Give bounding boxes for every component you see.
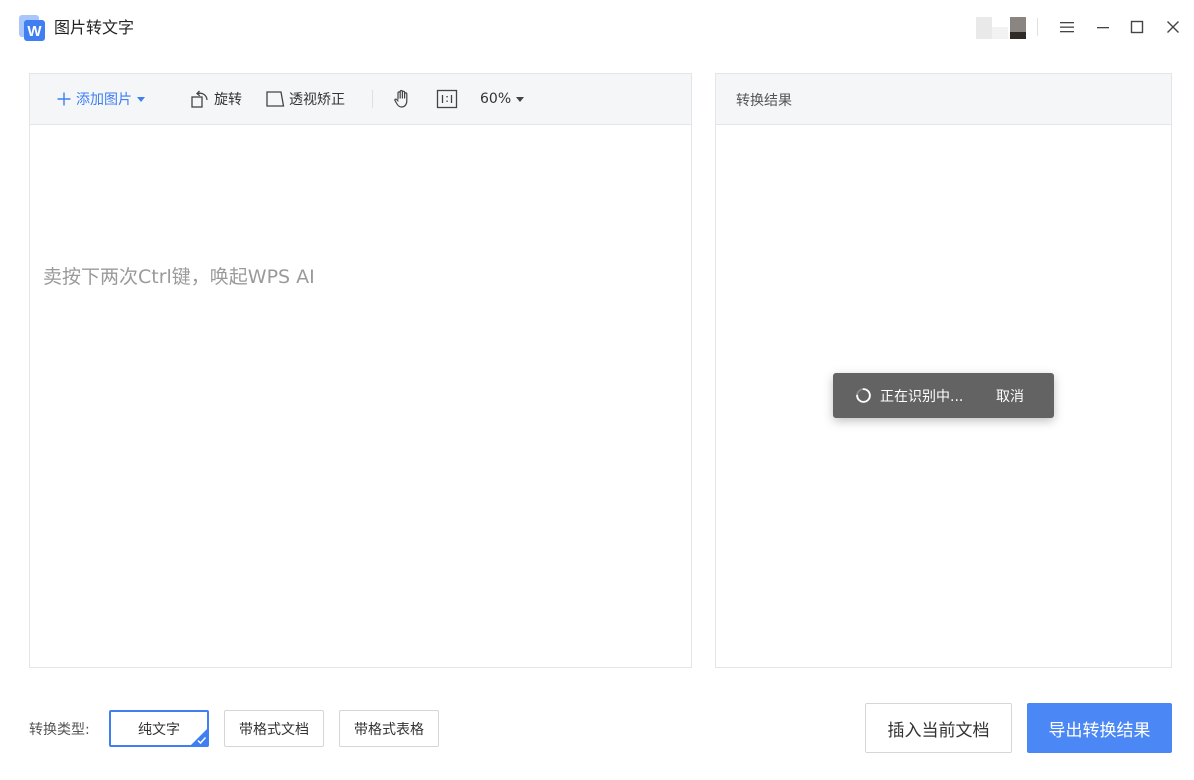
- rotate-icon: [191, 90, 208, 108]
- title-bar: W 图片转文字: [0, 0, 1194, 56]
- app-title: 图片转文字: [54, 18, 135, 37]
- maximize-icon: [1130, 20, 1144, 34]
- perspective-correct-button[interactable]: 透视矫正: [265, 74, 345, 124]
- result-panel: 转换结果: [715, 73, 1172, 668]
- check-icon: [190, 728, 208, 746]
- perspective-icon: [266, 91, 285, 107]
- conversion-type-label: 转换类型:: [29, 722, 90, 738]
- export-result-button[interactable]: 导出转换结果: [1027, 703, 1172, 753]
- actual-size-button[interactable]: [436, 74, 458, 124]
- maximize-button[interactable]: [1126, 16, 1148, 38]
- type-plain-text-label: 纯文字: [138, 721, 180, 738]
- svg-text:W: W: [27, 23, 42, 40]
- rotate-button[interactable]: 旋转: [190, 74, 242, 124]
- image-panel: 添加图片 旋转 透视矫正 60% 卖按下两次Ctrl键，唤起WPS AI: [29, 73, 692, 668]
- minimize-icon: [1097, 27, 1109, 29]
- zoom-value: 60%: [480, 91, 512, 107]
- titlebar-divider: [1037, 18, 1038, 36]
- type-formatted-doc-button[interactable]: 带格式文档: [224, 710, 324, 747]
- chevron-down-icon: [137, 97, 145, 102]
- actual-size-icon: [436, 89, 458, 109]
- insert-into-document-button[interactable]: 插入当前文档: [865, 703, 1012, 753]
- type-plain-text-button[interactable]: 纯文字: [109, 710, 209, 747]
- result-header: 转换结果: [716, 74, 1171, 125]
- user-avatar[interactable]: [976, 17, 1028, 39]
- loading-spinner-icon: [856, 388, 871, 403]
- result-title: 转换结果: [736, 93, 792, 109]
- pan-hand-button[interactable]: [392, 74, 412, 124]
- recognizing-toast: 正在识别中... 取消: [833, 373, 1054, 418]
- close-button[interactable]: [1162, 16, 1184, 38]
- minimize-button[interactable]: [1092, 16, 1114, 38]
- recognizing-status: 正在识别中...: [880, 389, 964, 405]
- type-formatted-doc-label: 带格式文档: [239, 721, 309, 738]
- toolbar-divider: [372, 90, 373, 108]
- zoom-select[interactable]: 60%: [480, 74, 525, 124]
- wps-logo-icon: W: [19, 15, 45, 41]
- menu-button[interactable]: [1056, 16, 1078, 38]
- type-formatted-table-button[interactable]: 带格式表格: [339, 710, 439, 747]
- hand-icon: [394, 89, 408, 108]
- wps-ai-hint: 卖按下两次Ctrl键，唤起WPS AI: [43, 266, 315, 288]
- plus-icon: [57, 92, 71, 106]
- add-image-label: 添加图片: [76, 92, 132, 108]
- rotate-label: 旋转: [214, 92, 242, 108]
- perspective-label: 透视矫正: [289, 92, 345, 108]
- image-toolbar: 添加图片 旋转 透视矫正 60%: [30, 74, 691, 125]
- close-icon: [1167, 21, 1179, 33]
- add-image-button[interactable]: 添加图片: [56, 74, 145, 124]
- type-formatted-table-label: 带格式表格: [354, 721, 424, 738]
- cancel-recognition-button[interactable]: 取消: [996, 386, 1024, 406]
- hamburger-icon: [1060, 22, 1074, 33]
- chevron-down-icon: [516, 97, 525, 102]
